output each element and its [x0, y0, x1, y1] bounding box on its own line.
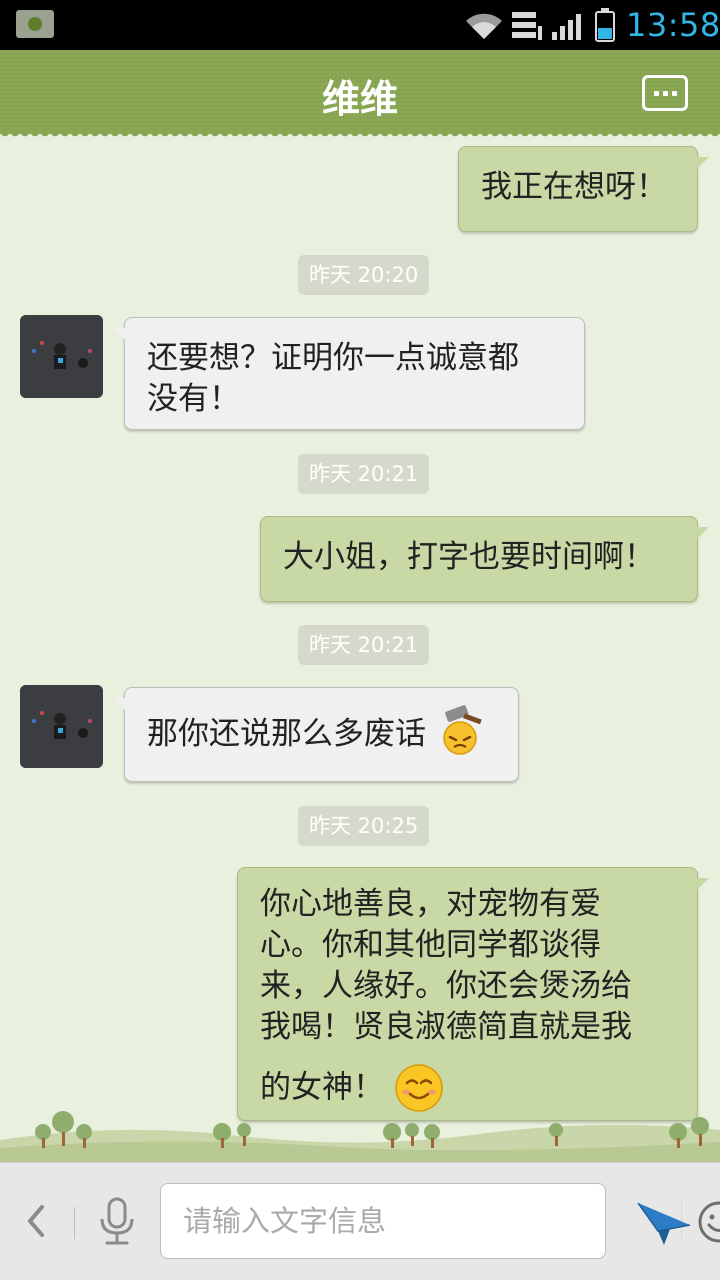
- message-text: 那你还说那么多废话: [147, 716, 426, 752]
- network-type-icon: [512, 12, 542, 40]
- android-debug-icon: [16, 10, 54, 38]
- incoming-message[interactable]: 那你还说那么多废话: [113, 687, 519, 782]
- outgoing-message[interactable]: 我正在想呀！: [458, 146, 709, 232]
- more-options-button[interactable]: [642, 75, 688, 111]
- chevron-left-icon: [27, 1205, 44, 1237]
- contact-name: 维维: [321, 77, 398, 121]
- chat-area[interactable]: 我正在想呀！ 昨天 20:20 还要想？证明你一点诚意都 没有！ 昨天 20:2…: [0, 134, 720, 1164]
- more-dot: [663, 91, 668, 96]
- timestamp: 昨天 20:21: [298, 625, 430, 665]
- message-text: 大小姐，打字也要时间啊！: [283, 539, 655, 575]
- message-text: 没有！: [147, 381, 240, 417]
- more-dot: [672, 91, 677, 96]
- message-text: 心。你和其他同学都谈得: [260, 927, 601, 963]
- scenery-decoration: [0, 1111, 720, 1162]
- timestamp: 昨天 20:21: [298, 454, 430, 494]
- smiley-icon[interactable]: [697, 1200, 720, 1244]
- message-input[interactable]: [183, 1200, 503, 1242]
- signal-strength-icon: [552, 14, 581, 40]
- hammer-angry-emoji: [443, 704, 482, 755]
- message-text: 你心地善良，对宠物有爱: [260, 886, 601, 922]
- toolbar-divider: [74, 1207, 75, 1239]
- microphone-icon[interactable]: [95, 1197, 139, 1247]
- avatar-image: [20, 315, 103, 398]
- wifi-icon: [466, 13, 502, 40]
- status-bar: 13:58: [0, 0, 720, 50]
- outgoing-message[interactable]: 你心地善良，对宠物有爱 心。你和其他同学都谈得 来，人缘好。你还会煲汤给 我喝！…: [237, 867, 709, 1121]
- more-options-icon: [654, 91, 659, 96]
- battery-icon: [595, 8, 615, 42]
- input-bar: [0, 1162, 720, 1280]
- timestamp: 昨天 20:25: [298, 806, 430, 846]
- contact-avatar[interactable]: [20, 315, 103, 398]
- message-text: 还要想？证明你一点诚意都: [147, 340, 519, 376]
- chat-header: 维维: [0, 50, 720, 140]
- contact-avatar[interactable]: [20, 685, 103, 768]
- send-icon[interactable]: [636, 1197, 692, 1247]
- message-text: 我喝！贤良淑德简直就是我: [260, 1009, 632, 1045]
- message-text: 我正在想呀！: [481, 169, 667, 205]
- back-button[interactable]: [24, 1201, 52, 1241]
- message-input-container: [160, 1183, 720, 1259]
- incoming-message[interactable]: 还要想？证明你一点诚意都 没有！: [113, 317, 585, 430]
- timestamp: 昨天 20:20: [298, 255, 430, 295]
- clock: 13:58: [626, 6, 720, 44]
- outgoing-message[interactable]: 大小姐，打字也要时间啊！: [260, 516, 709, 602]
- message-text: 来，人缘好。你还会煲汤给: [260, 968, 632, 1004]
- avatar-image: [20, 685, 103, 768]
